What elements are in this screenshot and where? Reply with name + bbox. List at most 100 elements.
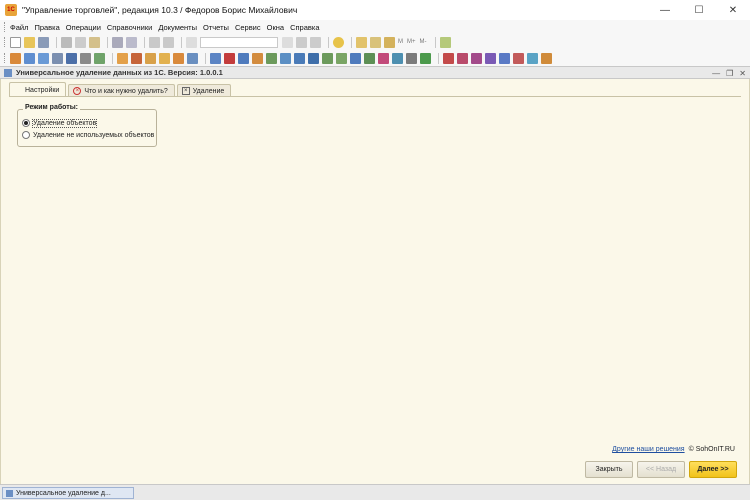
memory-add-button[interactable]: M+: [407, 39, 416, 45]
search-input[interactable]: [200, 36, 278, 48]
database-icon[interactable]: [420, 52, 431, 64]
users-icon[interactable]: [485, 52, 496, 64]
open-folder-icon[interactable]: [24, 36, 35, 48]
settlement-icon[interactable]: [364, 52, 375, 64]
toolbar-separator: [107, 36, 108, 48]
search-next-icon[interactable]: [296, 36, 307, 48]
close-button[interactable]: Закрыть: [585, 461, 633, 478]
tab-settings[interactable]: Настройки: [9, 82, 67, 97]
mail-icon[interactable]: [527, 52, 538, 64]
menu-item-edit[interactable]: Правка: [34, 23, 59, 32]
tab-settings-label: Настройки: [25, 86, 60, 94]
memory-subtract-button[interactable]: M-: [420, 39, 427, 45]
memory-store-button[interactable]: M: [398, 39, 403, 45]
copy-icon[interactable]: [75, 36, 86, 48]
taskbar-item-label: Универсальное удаление д...: [16, 489, 111, 497]
invoice-icon[interactable]: [131, 52, 142, 64]
contract-icon[interactable]: [350, 52, 361, 64]
analysis-icon[interactable]: [94, 52, 105, 64]
radio-button[interactable]: [22, 119, 30, 127]
doc-close-icon[interactable]: ✕: [739, 69, 746, 78]
cash-in-icon[interactable]: [266, 52, 277, 64]
preview-icon[interactable]: [126, 36, 137, 48]
doc-restore-icon[interactable]: ❐: [726, 69, 733, 78]
menu-item-reports[interactable]: Отчеты: [203, 23, 229, 32]
cash-out-icon[interactable]: [280, 52, 291, 64]
menu-item-help[interactable]: Справка: [290, 23, 319, 32]
text-document-icon[interactable]: [370, 36, 381, 48]
print-icon[interactable]: [112, 36, 123, 48]
new-document-icon[interactable]: [10, 36, 21, 48]
menu-item-service[interactable]: Сервис: [235, 23, 261, 32]
receipt-icon[interactable]: [145, 52, 156, 64]
menu-item-catalogs[interactable]: Справочники: [107, 23, 152, 32]
mode-group-title: Режим работы:: [23, 104, 81, 111]
purchase-icon[interactable]: [24, 52, 35, 64]
favorite-icon[interactable]: [457, 52, 468, 64]
menu-item-operations[interactable]: Операции: [66, 23, 101, 32]
tip-of-day-icon[interactable]: [439, 36, 451, 48]
archive-icon[interactable]: [406, 52, 417, 64]
payment-icon[interactable]: [159, 52, 170, 64]
warehouse-icon[interactable]: [52, 52, 63, 64]
posting-icon[interactable]: [252, 52, 263, 64]
settings-icon[interactable]: [499, 52, 510, 64]
document-window-header: Универсальное удаление данных из 1С. Вер…: [0, 66, 750, 79]
minimize-icon[interactable]: —: [648, 0, 682, 20]
calendar-icon[interactable]: [356, 36, 367, 48]
radio-button[interactable]: [22, 131, 30, 139]
notes-icon[interactable]: [384, 36, 395, 48]
orders-icon[interactable]: [117, 52, 128, 64]
shipment-icon[interactable]: [173, 52, 184, 64]
form-icon: [4, 68, 12, 77]
toolbar-grip-icon: [4, 53, 7, 63]
cut-icon[interactable]: [61, 36, 72, 48]
journal-icon[interactable]: [392, 52, 403, 64]
search-prev-icon[interactable]: [310, 36, 321, 48]
writeoff-icon[interactable]: [224, 52, 235, 64]
footer-links: Другие наши решения © SohOnIT.RU: [612, 446, 735, 453]
price-icon[interactable]: [322, 52, 333, 64]
reports-icon[interactable]: [80, 52, 91, 64]
document-title: Универсальное удаление данных из 1С. Вер…: [16, 68, 223, 77]
account-icon[interactable]: [308, 52, 319, 64]
radio-delete-objects[interactable]: Удаление объектов: [22, 118, 98, 128]
maximize-icon[interactable]: ☐: [682, 0, 716, 20]
tools-icon[interactable]: [541, 52, 552, 64]
window-title: "Управление торговлей", редакция 10.3 / …: [22, 5, 298, 15]
doc-minimize-icon[interactable]: —: [712, 69, 720, 78]
trade-toolbar: [0, 50, 750, 66]
find-icon[interactable]: [186, 36, 197, 48]
exchange-icon[interactable]: [513, 52, 524, 64]
transfer-icon[interactable]: [210, 52, 221, 64]
menu-item-file[interactable]: Файл: [10, 23, 28, 32]
undo-icon[interactable]: [149, 36, 160, 48]
taskbar-item[interactable]: Универсальное удаление д...: [2, 487, 134, 499]
bookmark-icon[interactable]: [443, 52, 454, 64]
bank-icon[interactable]: [294, 52, 305, 64]
menu-item-windows[interactable]: Окна: [267, 23, 284, 32]
inventory-icon[interactable]: [238, 52, 249, 64]
trade-icon[interactable]: [10, 52, 21, 64]
window-controls: — ☐ ✕: [648, 0, 750, 20]
form-icon: [6, 489, 13, 497]
toolbar-separator: [112, 52, 113, 64]
return-icon[interactable]: [187, 52, 198, 64]
redo-icon[interactable]: [163, 36, 174, 48]
back-button[interactable]: << Назад: [637, 461, 685, 478]
close-icon[interactable]: ✕: [716, 0, 750, 20]
discount-icon[interactable]: [336, 52, 347, 64]
calculator-icon[interactable]: [333, 36, 344, 48]
menu-item-documents[interactable]: Документы: [158, 23, 197, 32]
paste-icon[interactable]: [89, 36, 100, 48]
search-clear-icon[interactable]: [282, 36, 293, 48]
employees-icon[interactable]: [66, 52, 77, 64]
save-icon[interactable]: [38, 36, 49, 48]
next-button[interactable]: Далее >>: [689, 461, 737, 478]
sales-icon[interactable]: [38, 52, 49, 64]
radio-delete-unused-label: Удаление не используемых объектов: [33, 131, 155, 139]
other-solutions-link[interactable]: Другие наши решения: [612, 446, 684, 453]
radio-delete-unused-objects[interactable]: Удаление не используемых объектов: [22, 131, 154, 139]
history-icon[interactable]: [471, 52, 482, 64]
report-icon[interactable]: [378, 52, 389, 64]
